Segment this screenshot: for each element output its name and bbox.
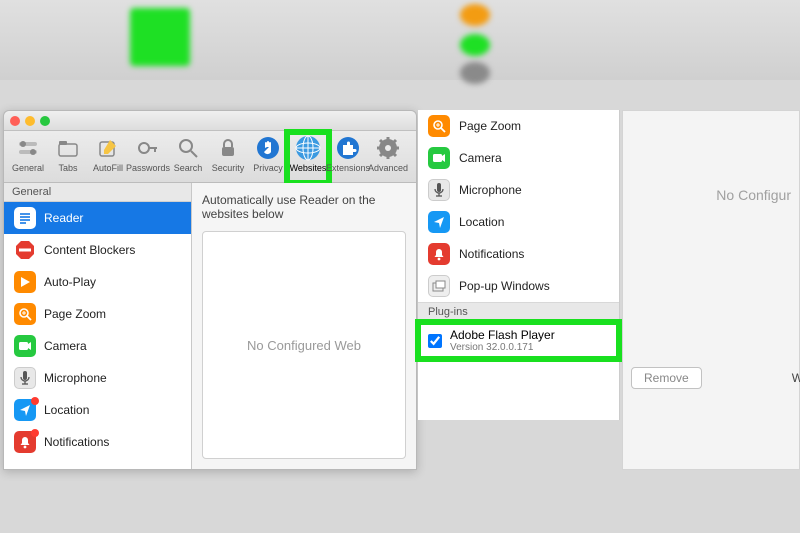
magnifier-icon bbox=[175, 135, 201, 161]
tabs-icon bbox=[55, 135, 81, 161]
toolbar-label: Advanced bbox=[368, 163, 408, 173]
panel2-item-label: Pop-up Windows bbox=[459, 279, 550, 293]
play-icon bbox=[14, 271, 36, 293]
toolbar-privacy[interactable]: Privacy bbox=[248, 133, 288, 182]
toolbar-label: Websites bbox=[290, 163, 327, 173]
pencil-icon bbox=[95, 135, 121, 161]
globe-icon bbox=[295, 135, 321, 161]
window-controls bbox=[10, 116, 50, 126]
camera-icon bbox=[14, 335, 36, 357]
panel2-item-mic[interactable]: Microphone bbox=[418, 174, 619, 206]
when-label: W bbox=[792, 371, 800, 385]
content-hint: Automatically use Reader on the websites… bbox=[202, 193, 406, 221]
zoom-icon bbox=[428, 115, 450, 137]
toolbar-label: Privacy bbox=[253, 163, 283, 173]
puzzle-icon bbox=[335, 135, 361, 161]
panel2-item-label: Notifications bbox=[459, 247, 524, 261]
panel2-item-location[interactable]: Location bbox=[418, 206, 619, 238]
content-pane: Automatically use Reader on the websites… bbox=[192, 183, 416, 469]
panel2-item-label: Microphone bbox=[459, 183, 522, 197]
sidebar-section-header: General bbox=[4, 183, 191, 202]
toolbar-label: General bbox=[12, 163, 44, 173]
hand-icon bbox=[255, 135, 281, 161]
gear-icon bbox=[375, 135, 401, 161]
secondary-sidebar-panel: Page Zoom Camera Microphone Location Notific… bbox=[418, 110, 620, 420]
toolbar-label: Tabs bbox=[58, 163, 77, 173]
plugin-name-label: Adobe Flash Player bbox=[450, 328, 555, 342]
sidebar-item-zoom[interactable]: Page Zoom bbox=[4, 298, 191, 330]
toolbar-extensions[interactable]: Extensions bbox=[328, 133, 368, 182]
sidebar-item-label: Camera bbox=[44, 339, 87, 353]
remove-button[interactable]: Remove bbox=[631, 367, 702, 389]
sidebar-item-label: Content Blockers bbox=[44, 243, 135, 257]
notification-dot bbox=[31, 429, 39, 437]
switches-icon bbox=[15, 135, 41, 161]
sidebar-item-label: Microphone bbox=[44, 371, 107, 385]
blurred-background bbox=[0, 0, 800, 80]
reader-icon bbox=[14, 207, 36, 229]
minimize-button[interactable] bbox=[25, 116, 35, 126]
bell-icon bbox=[14, 431, 36, 453]
right-blurred-panel: No Configur Remove W bbox=[622, 110, 800, 470]
close-button[interactable] bbox=[10, 116, 20, 126]
panel2-item-camera[interactable]: Camera bbox=[418, 142, 619, 174]
mic-icon bbox=[14, 367, 36, 389]
popup-icon bbox=[428, 275, 450, 297]
panel2-item-bell[interactable]: Notifications bbox=[418, 238, 619, 270]
sidebar-item-location[interactable]: Location bbox=[4, 394, 191, 426]
toolbar-label: Passwords bbox=[126, 163, 170, 173]
sidebar-item-label: Notifications bbox=[44, 435, 109, 449]
toolbar-label: Security bbox=[212, 163, 245, 173]
sidebar-item-reader[interactable]: Reader bbox=[4, 202, 191, 234]
sidebar-item-label: Location bbox=[44, 403, 89, 417]
sidebar-item-blocker[interactable]: Content Blockers bbox=[4, 234, 191, 266]
panel2-item-zoom[interactable]: Page Zoom bbox=[418, 110, 619, 142]
notification-dot bbox=[31, 397, 39, 405]
plugins-section-header: Plug-ins bbox=[418, 302, 619, 322]
blocker-icon bbox=[14, 239, 36, 261]
panel2-item-popup[interactable]: Pop-up Windows bbox=[418, 270, 619, 302]
bell-icon bbox=[428, 243, 450, 265]
plugin-enable-checkbox[interactable] bbox=[428, 334, 442, 348]
panel2-item-label: Location bbox=[459, 215, 504, 229]
toolbar-search[interactable]: Search bbox=[168, 133, 208, 182]
location-icon bbox=[428, 211, 450, 233]
empty-list-label: No Configured Web bbox=[247, 338, 361, 353]
configured-websites-list[interactable]: No Configured Web bbox=[202, 231, 406, 459]
sidebar-item-label: Auto-Play bbox=[44, 275, 96, 289]
toolbar-autofill[interactable]: AutoFill bbox=[88, 133, 128, 182]
panel2-item-label: Page Zoom bbox=[459, 119, 521, 133]
toolbar-advanced[interactable]: Advanced bbox=[368, 133, 408, 182]
sidebar-item-label: Page Zoom bbox=[44, 307, 106, 321]
sidebar-item-camera[interactable]: Camera bbox=[4, 330, 191, 362]
toolbar-label: Search bbox=[174, 163, 203, 173]
zoom-button[interactable] bbox=[40, 116, 50, 126]
toolbar-tabs[interactable]: Tabs bbox=[48, 133, 88, 182]
sidebar-item-label: Reader bbox=[44, 211, 83, 225]
empty-label: No Configur bbox=[623, 111, 799, 203]
preferences-window: General Tabs AutoFillPasswords Search Securi… bbox=[3, 110, 417, 470]
sidebar-item-play[interactable]: Auto-Play bbox=[4, 266, 191, 298]
panel2-item-label: Camera bbox=[459, 151, 502, 165]
window-titlebar bbox=[4, 111, 416, 131]
sidebar-item-mic[interactable]: Microphone bbox=[4, 362, 191, 394]
toolbar-passwords[interactable]: Passwords bbox=[128, 133, 168, 182]
lock-icon bbox=[215, 135, 241, 161]
toolbar-general[interactable]: General bbox=[8, 133, 48, 182]
mic-icon bbox=[428, 179, 450, 201]
location-icon bbox=[14, 399, 36, 421]
toolbar-security[interactable]: Security bbox=[208, 133, 248, 182]
toolbar-label: Extensions bbox=[326, 163, 370, 173]
plugin-version-label: Version 32.0.0.171 bbox=[450, 342, 555, 353]
camera-icon bbox=[428, 147, 450, 169]
sidebar-item-bell[interactable]: Notifications bbox=[4, 426, 191, 458]
plugin-adobe-flash-player[interactable]: Adobe Flash Player Version 32.0.0.171 bbox=[418, 322, 619, 359]
key-icon bbox=[135, 135, 161, 161]
toolbar-websites[interactable]: Websites bbox=[288, 133, 328, 182]
zoom-icon bbox=[14, 303, 36, 325]
toolbar-label: AutoFill bbox=[93, 163, 123, 173]
preferences-toolbar: General Tabs AutoFillPasswords Search Securi… bbox=[4, 131, 416, 183]
websites-sidebar: General Reader Content Blockers Auto-Play P… bbox=[4, 183, 192, 469]
